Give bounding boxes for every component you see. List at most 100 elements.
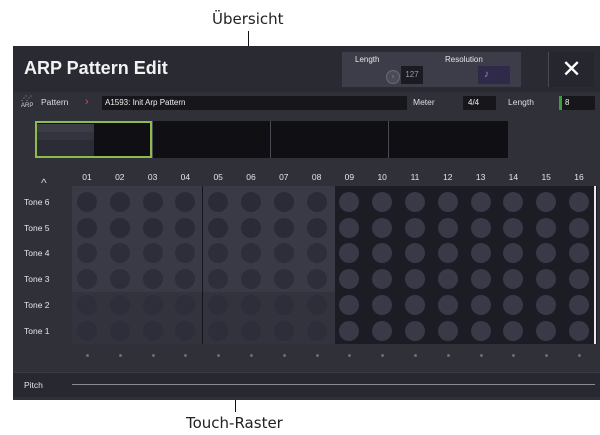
grid-cell[interactable]	[569, 269, 589, 290]
close-button[interactable]: ✕	[548, 52, 594, 87]
touch-grid-callout-label: Touch-Raster	[186, 414, 283, 432]
column-number: 02	[115, 172, 125, 182]
grid-cell[interactable]	[273, 269, 294, 290]
grid-cell[interactable]	[306, 320, 327, 341]
touch-grid[interactable]	[72, 186, 597, 344]
overview-selection-frame[interactable]	[35, 121, 152, 158]
grid-cell[interactable]	[569, 217, 589, 238]
grid-cell[interactable]	[208, 320, 229, 341]
grid-cell[interactable]	[77, 320, 97, 341]
grid-cell[interactable]	[372, 294, 393, 315]
grid-cell[interactable]	[142, 269, 163, 290]
pitch-row: Pitch	[13, 372, 600, 397]
step-marker	[118, 354, 122, 357]
step-marker	[86, 354, 89, 357]
grid-cell[interactable]	[273, 192, 294, 212]
grid-cell[interactable]	[273, 294, 294, 315]
grid-cell[interactable]	[273, 217, 294, 238]
grid-cell[interactable]	[142, 192, 163, 212]
length-knob-icon[interactable]: ◦	[386, 70, 400, 84]
grid-cell[interactable]	[175, 217, 196, 238]
grid-cell[interactable]	[503, 320, 524, 341]
grid-cell[interactable]	[470, 217, 491, 238]
grid-cell[interactable]	[405, 320, 425, 341]
length-value[interactable]: 127	[401, 66, 423, 84]
grid-cell[interactable]	[175, 320, 196, 341]
resolution-select[interactable]: ♪	[478, 66, 510, 84]
step-marker	[151, 354, 155, 357]
grid-cell[interactable]	[306, 294, 327, 315]
pattern-name-field[interactable]: A1593: Init Arp Pattern	[102, 96, 407, 110]
resolution-label: Resolution	[445, 55, 483, 64]
step-marker	[348, 354, 352, 357]
arp-pattern-edit-panel: ARP Pattern Edit Length ◦ 127 Resolution…	[13, 46, 600, 400]
overview-strip[interactable]	[35, 121, 508, 158]
grid-cell[interactable]	[306, 243, 327, 264]
grid-cell[interactable]	[503, 217, 524, 238]
grid-cell[interactable]	[77, 192, 97, 212]
grid-cell[interactable]	[569, 294, 589, 315]
grid-cell[interactable]	[109, 192, 130, 212]
length-label-row: Length	[508, 97, 534, 107]
grid-cell[interactable]	[405, 192, 425, 212]
grid-cell[interactable]	[306, 217, 327, 238]
column-number: 03	[147, 172, 158, 182]
grid-cell[interactable]	[208, 217, 229, 238]
grid-cell[interactable]	[536, 294, 557, 315]
grid-cell[interactable]	[339, 320, 360, 341]
grid-cell[interactable]	[306, 192, 327, 212]
meter-field[interactable]: 4/4	[463, 96, 496, 110]
pattern-label: Pattern	[41, 97, 69, 107]
grid-cell[interactable]	[437, 217, 458, 238]
grid-cell[interactable]	[241, 269, 261, 290]
grid-cell[interactable]	[273, 320, 294, 341]
chevron-right-icon[interactable]: ›	[85, 96, 89, 108]
column-number: 11	[410, 172, 420, 182]
grid-cell[interactable]	[241, 294, 261, 315]
grid-cell[interactable]	[536, 320, 557, 341]
tone-label: Tone 6	[24, 197, 50, 207]
grid-cell[interactable]	[470, 320, 491, 341]
grid-cell[interactable]	[109, 269, 130, 290]
grid-cell[interactable]	[470, 294, 491, 315]
grid-cell[interactable]	[142, 294, 163, 315]
grid-cell[interactable]	[372, 217, 393, 238]
grid-cell[interactable]	[437, 294, 458, 315]
grid-cell[interactable]	[77, 294, 97, 315]
grid-cell[interactable]	[241, 192, 261, 212]
grid-cell[interactable]	[470, 192, 491, 212]
grid-cell[interactable]	[437, 269, 458, 290]
grid-cell[interactable]	[241, 320, 261, 341]
grid-cell[interactable]	[437, 320, 458, 341]
grid-cell[interactable]	[77, 217, 97, 238]
grid-cell[interactable]	[142, 320, 163, 341]
tone-label: Tone 1	[24, 325, 50, 336]
grid-cell[interactable]	[241, 217, 261, 238]
scroll-up-icon[interactable]: ^	[41, 176, 47, 190]
grid-cell[interactable]	[372, 320, 393, 341]
grid-cell[interactable]	[569, 192, 589, 212]
grid-cell[interactable]	[437, 192, 458, 212]
grid-cell[interactable]	[405, 217, 425, 238]
tone-label: Tone 2	[24, 299, 50, 310]
grid-cell[interactable]	[536, 217, 557, 238]
grid-cell[interactable]	[339, 217, 360, 238]
grid-cell[interactable]	[142, 217, 163, 238]
grid-cell[interactable]	[109, 217, 130, 238]
length-field[interactable]: 8	[559, 96, 595, 110]
grid-cell[interactable]	[208, 294, 229, 315]
grid-cell[interactable]	[405, 294, 425, 315]
grid-cell[interactable]	[109, 294, 130, 315]
grid-cell[interactable]	[470, 243, 491, 264]
grid-cell[interactable]	[569, 320, 589, 341]
grid-cell[interactable]	[405, 269, 425, 290]
grid-cell[interactable]	[306, 269, 327, 290]
grid-cell[interactable]	[109, 320, 130, 341]
grid-cell[interactable]	[470, 269, 491, 290]
length-resolution-box: Length ◦ 127 Resolution ♪	[342, 52, 521, 87]
grid-cell[interactable]	[142, 243, 163, 264]
pitch-line[interactable]	[72, 384, 595, 385]
beat-divider	[201, 186, 203, 344]
grid-cell[interactable]	[77, 269, 97, 290]
page-title: ARP Pattern Edit	[24, 58, 168, 78]
